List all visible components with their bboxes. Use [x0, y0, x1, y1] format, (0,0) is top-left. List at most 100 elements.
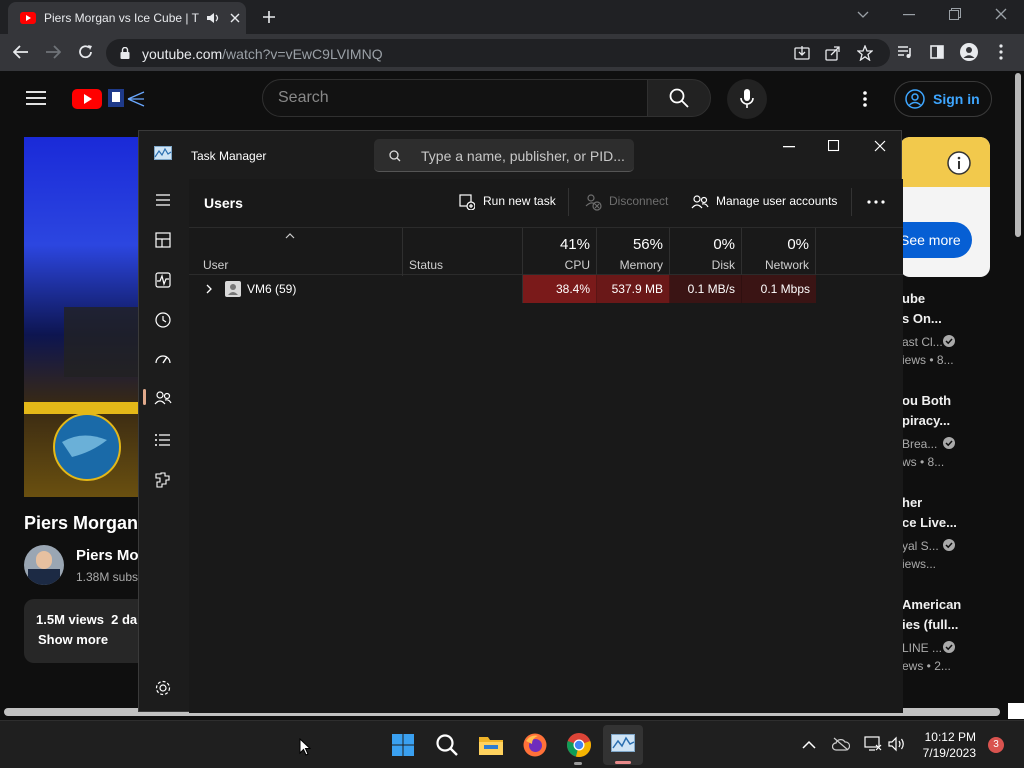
run-new-task-label: Run new task — [483, 194, 556, 208]
youtube-settings-menu-icon[interactable] — [863, 91, 867, 107]
voice-search-button[interactable] — [727, 79, 767, 119]
profile-icon[interactable] — [960, 43, 978, 61]
youtube-logo-icon[interactable] — [72, 87, 146, 109]
channel-avatar[interactable] — [24, 545, 64, 585]
column-header-user[interactable]: User — [189, 228, 403, 276]
info-icon[interactable] — [947, 151, 971, 175]
chrome-running-indicator — [574, 762, 582, 765]
tab-close-icon[interactable] — [230, 13, 240, 23]
window-restore-icon[interactable] — [949, 8, 961, 20]
chrome-icon[interactable] — [566, 732, 592, 758]
task-manager-window[interactable]: Task Manager Type a name, publisher, or … — [138, 130, 903, 713]
youtube-search-input[interactable]: Search — [262, 79, 648, 117]
column-header-cpu[interactable]: 41% CPU — [523, 228, 597, 276]
youtube-search-button[interactable] — [647, 79, 711, 117]
search-icon[interactable] — [434, 732, 460, 758]
more-options-icon[interactable] — [867, 200, 885, 204]
minimize-icon[interactable] — [783, 146, 795, 148]
ad-see-more-button[interactable]: See more — [900, 222, 972, 258]
manage-users-icon — [691, 195, 709, 209]
reload-icon[interactable] — [78, 44, 94, 60]
start-icon[interactable] — [390, 732, 416, 758]
firefox-icon[interactable] — [522, 732, 548, 758]
disconnect-label: Disconnect — [609, 194, 669, 208]
column-header-memory[interactable]: 56% Memory — [597, 228, 670, 276]
media-control-icon[interactable] — [897, 45, 913, 59]
video-player[interactable] — [24, 137, 144, 497]
video-description-box[interactable]: 1.5M views 2 da Show more — [24, 599, 148, 663]
verified-icon — [943, 539, 955, 551]
cpu-total-percent: 41% — [559, 236, 590, 253]
rec-meta: ews • 2... — [902, 659, 951, 673]
task-manager-taskbar-button[interactable] — [603, 725, 643, 765]
close-icon[interactable] — [874, 140, 886, 152]
tab-audio-icon[interactable] — [206, 12, 220, 24]
startup-apps-icon[interactable] — [152, 349, 174, 371]
views-and-date: 1.5M views 2 da — [36, 612, 138, 627]
settings-gear-icon[interactable] — [152, 677, 174, 699]
expand-chevron-icon[interactable] — [206, 284, 212, 294]
clock-time[interactable]: 10:12 PM — [918, 730, 976, 744]
services-icon[interactable] — [152, 469, 174, 491]
file-explorer-icon[interactable] — [478, 732, 504, 758]
rec-title-line1: ube — [902, 291, 926, 306]
install-app-icon[interactable] — [794, 45, 810, 61]
disk-total-percent: 0% — [713, 236, 735, 253]
rec-title-line2: piracy... — [902, 413, 951, 428]
user-disk: 0.1 MB/s — [670, 275, 742, 303]
onedrive-cloud-icon[interactable] — [832, 737, 850, 751]
process-search-input[interactable]: Type a name, publisher, or PID... — [374, 139, 634, 172]
maximize-icon[interactable] — [828, 140, 840, 152]
performance-icon[interactable] — [152, 269, 174, 291]
show-hidden-icons-chevron-icon[interactable] — [802, 740, 816, 749]
show-more-link[interactable]: Show more — [38, 632, 108, 647]
column-header-disk[interactable]: 0% Disk — [670, 228, 742, 276]
channel-name[interactable]: Piers Mo — [76, 547, 139, 564]
active-app-indicator — [615, 761, 631, 764]
tab-search-chevron-icon[interactable] — [857, 10, 869, 20]
back-arrow-icon[interactable] — [13, 45, 29, 59]
user-cpu: 38.4% — [523, 275, 597, 303]
vertical-scrollbar[interactable] — [1015, 73, 1021, 237]
bookmark-star-icon[interactable] — [857, 45, 873, 61]
scrollbar-corner — [1008, 703, 1024, 719]
volume-icon[interactable] — [888, 736, 906, 752]
column-header-status[interactable]: Status — [403, 228, 523, 276]
table-row[interactable]: VM6 (59) 38.4% 537.9 MB 0.1 MB/s 0.1 Mbp… — [189, 275, 903, 303]
sign-in-label: Sign in — [933, 91, 980, 107]
lock-icon[interactable] — [120, 47, 130, 59]
browser-tab[interactable]: Piers Morgan vs Ice Cube | T — [8, 2, 246, 34]
column-header-network[interactable]: 0% Network — [742, 228, 816, 276]
chrome-menu-icon[interactable] — [999, 44, 1003, 60]
app-history-icon[interactable] — [152, 309, 174, 331]
address-bar[interactable]: youtube.com/watch?v=vEwC9LVIMNQ — [106, 39, 890, 67]
hamburger-menu-icon[interactable] — [152, 189, 174, 211]
user-status — [403, 275, 523, 303]
side-panel-icon[interactable] — [930, 45, 944, 59]
search-placeholder: Search — [278, 89, 329, 106]
details-icon[interactable] — [152, 429, 174, 451]
tab-title: Piers Morgan vs Ice Cube | T — [44, 11, 199, 25]
page-title: Users — [204, 195, 243, 211]
account-circle-icon — [905, 89, 925, 109]
window-minimize-icon[interactable] — [903, 14, 915, 16]
users-table-header: User Status 41% CPU 56% Memory 0% Disk 0… — [189, 227, 903, 276]
network-icon[interactable] — [864, 736, 882, 752]
news-globe-icon — [53, 413, 121, 481]
window-close-icon[interactable] — [995, 8, 1007, 20]
sign-in-button[interactable]: Sign in — [894, 81, 992, 117]
notification-badge[interactable]: 3 — [988, 737, 1004, 753]
processes-icon[interactable] — [152, 229, 174, 251]
forward-arrow-icon[interactable] — [45, 45, 61, 59]
task-manager-icon — [611, 734, 635, 752]
users-icon[interactable] — [152, 387, 174, 409]
hamburger-menu-icon[interactable] — [26, 91, 46, 105]
cmd-divider — [851, 188, 852, 216]
share-icon[interactable] — [825, 45, 841, 61]
browser-tab-strip: Piers Morgan vs Ice Cube | T — [0, 0, 1024, 34]
verified-icon — [943, 335, 955, 347]
sidebar-ad[interactable]: See more — [900, 137, 990, 277]
rec-channel: ast Cl... — [902, 335, 943, 349]
clock-date[interactable]: 7/19/2023 — [910, 746, 976, 760]
new-tab-icon[interactable] — [262, 10, 276, 24]
